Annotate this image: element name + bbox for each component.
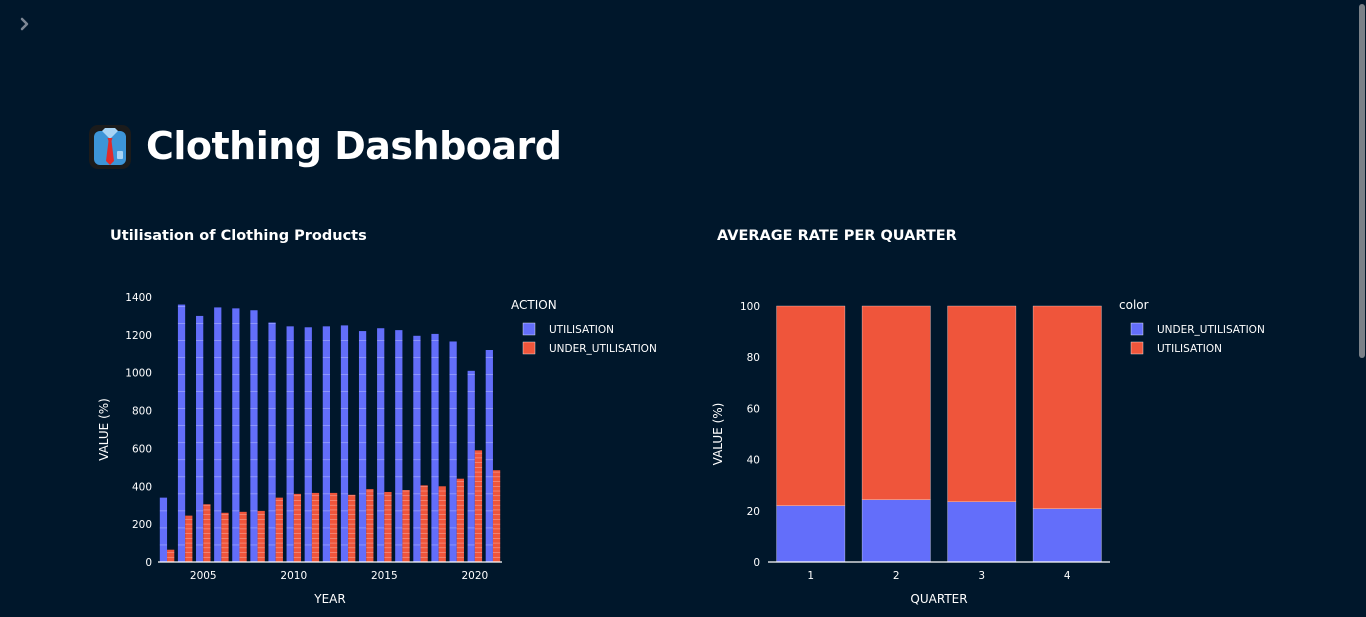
x-tick-label: 4 — [1064, 570, 1071, 582]
x-tick-label: 2 — [893, 570, 900, 582]
bar-utilisation — [268, 322, 276, 562]
y-tick-label: 0 — [753, 557, 760, 569]
y-tick-label: 1000 — [125, 368, 152, 380]
legend-swatch — [1130, 322, 1144, 336]
sidebar-expand-button[interactable] — [18, 16, 38, 36]
bar-utilisation — [358, 331, 367, 562]
bar-under_utilisation — [311, 492, 320, 562]
necktie-shirt-icon — [86, 121, 134, 171]
bar-utilisation — [1032, 305, 1102, 509]
y-tick-label: 40 — [747, 455, 760, 467]
bar-under_utilisation — [776, 505, 846, 563]
legend-swatch — [522, 322, 536, 336]
x-axis-title: YEAR — [313, 592, 345, 606]
x-tick-label: 3 — [978, 570, 985, 582]
average-rate-per-quarter-chart: 0 20 40 60 80 100 1 2 3 4 QUARTER VALUE (%) color UND… — [711, 298, 1265, 606]
bar-utilisation — [304, 327, 312, 562]
x-tick-label: 1 — [807, 570, 814, 582]
y-tick-label: 60 — [747, 403, 760, 415]
bar-under_utilisation — [293, 493, 302, 562]
bar-utilisation — [196, 315, 204, 562]
bar-under_utilisation — [384, 491, 392, 562]
legend-title: ACTION — [511, 298, 557, 312]
y-tick-label: 800 — [132, 406, 152, 418]
legend-swatch — [522, 341, 536, 355]
y-tick-label: 200 — [132, 519, 152, 531]
y-axis-title: VALUE (%) — [97, 398, 111, 461]
bar-utilisation — [947, 305, 1017, 502]
bar-under_utilisation — [167, 549, 175, 562]
chevron-right-icon — [20, 17, 29, 31]
chart-title-quarter: AVERAGE RATE PER QUARTER — [717, 228, 957, 244]
bar-utilisation — [250, 310, 258, 562]
bar-utilisation — [286, 326, 294, 562]
bar-under_utilisation — [257, 510, 265, 562]
y-tick-label: 80 — [747, 352, 760, 364]
bar-utilisation — [177, 304, 186, 562]
bar-utilisation — [159, 497, 168, 562]
legend-item: UNDER_UTILISATION — [549, 343, 657, 355]
bar-under_utilisation — [492, 470, 501, 562]
bar-under_utilisation — [420, 485, 428, 562]
bar-under_utilisation — [1032, 508, 1102, 563]
bar-under_utilisation — [861, 499, 931, 563]
bar-under_utilisation — [203, 504, 211, 562]
x-tick-label: 2010 — [280, 570, 307, 582]
y-tick-label: 1400 — [125, 292, 152, 304]
x-tick-label: 2005 — [190, 570, 217, 582]
scrollbar-thumb[interactable] — [1359, 4, 1365, 358]
bar-utilisation — [467, 370, 475, 562]
y-tick-label: 400 — [132, 481, 152, 493]
bar-utilisation — [395, 330, 403, 562]
page-title: Clothing Dashboard — [146, 124, 562, 168]
x-tick-label: 2015 — [371, 570, 398, 582]
x-tick-label: 2020 — [461, 570, 488, 582]
bar-utilisation — [322, 326, 330, 562]
bar-utilisation — [377, 328, 385, 562]
y-tick-label: 0 — [145, 557, 152, 569]
legend-title: color — [1119, 298, 1149, 312]
y-tick-label: 20 — [747, 506, 760, 518]
bar-utilisation — [485, 350, 493, 562]
legend-swatch — [1130, 341, 1144, 355]
bar-under_utilisation — [221, 512, 229, 562]
page-header: Clothing Dashboard — [86, 118, 562, 174]
bar-utilisation — [340, 325, 349, 562]
bar-under_utilisation — [402, 490, 410, 562]
bar-under_utilisation — [348, 494, 356, 562]
legend-item: UNDER_UTILISATION — [1157, 324, 1265, 336]
bar-under_utilisation — [330, 492, 338, 562]
y-tick-label: 100 — [740, 301, 760, 313]
page-scrollbar[interactable] — [1358, 0, 1366, 617]
y-tick-label: 600 — [132, 443, 152, 455]
bar-utilisation — [232, 308, 240, 562]
legend-item: UTILISATION — [549, 324, 614, 336]
utilisation-by-year-chart: 0 200 400 600 800 1000 1200 1400 2005 2010 2015 202… — [97, 292, 657, 606]
bar-under_utilisation — [366, 489, 374, 562]
chart-title-utilisation: Utilisation of Clothing Products — [110, 228, 367, 244]
x-axis-title: QUARTER — [910, 592, 967, 606]
bar-under_utilisation — [947, 501, 1017, 563]
legend-item: UTILISATION — [1157, 343, 1222, 355]
y-tick-label: 1200 — [125, 330, 152, 342]
bar-utilisation — [214, 307, 222, 562]
y-axis-title: VALUE (%) — [711, 403, 725, 466]
bar-under_utilisation — [185, 515, 193, 562]
bar-utilisation — [776, 305, 846, 506]
bar-utilisation — [861, 305, 931, 500]
